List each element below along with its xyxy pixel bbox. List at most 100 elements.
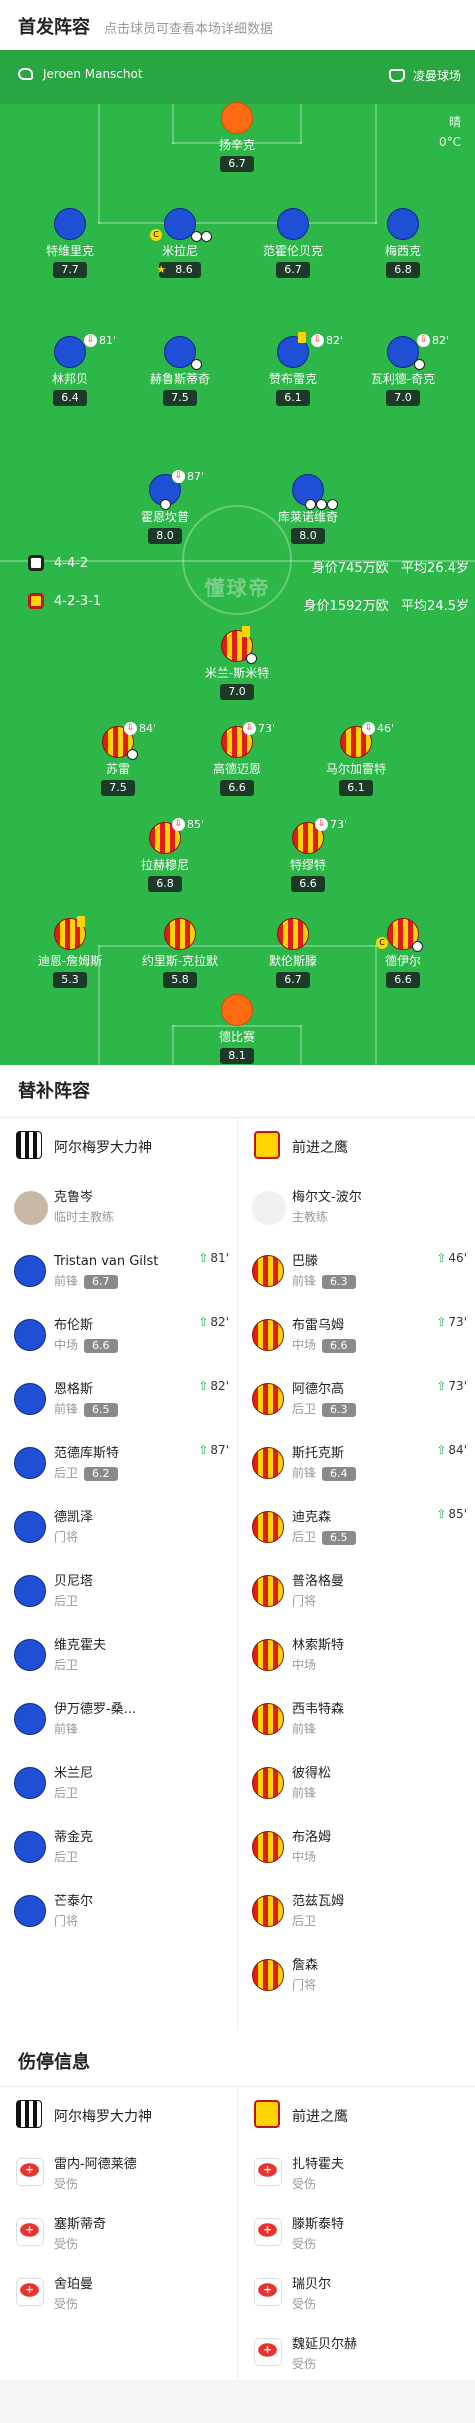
- sub-player[interactable]: 米兰尼 后卫: [0, 1751, 237, 1815]
- home-player[interactable]: 特维里克 7.7: [20, 208, 120, 278]
- home-player[interactable]: C 米拉尼 ★ 8.6: [130, 208, 230, 278]
- player-kit-icon: [14, 1511, 46, 1543]
- injured-player[interactable]: 滕斯泰特受伤: [238, 2202, 475, 2266]
- sub-player[interactable]: 范兹瓦姆 后卫: [238, 1879, 475, 1943]
- home-team-value: 身价745万欧 平均26.4岁: [311, 561, 469, 576]
- sub-player[interactable]: 德凯泽 门将: [0, 1495, 237, 1559]
- away-player[interactable]: 默伦斯滕 6.7: [243, 918, 343, 988]
- injured-player[interactable]: 塞斯蒂奇受伤: [0, 2202, 237, 2266]
- home-team-header[interactable]: 阿尔梅罗大力神: [0, 2086, 237, 2142]
- sub-player[interactable]: 蒂金克 后卫: [0, 1815, 237, 1879]
- sub-player[interactable]: 布伦斯 中场 6.6 ⇧ 82': [0, 1303, 237, 1367]
- player-kit-icon: [292, 474, 338, 510]
- sub-player[interactable]: 芒泰尔 门将: [0, 1879, 237, 1943]
- sub-on-time: ⇧ 73': [436, 1379, 467, 1393]
- sub-player[interactable]: 范德库斯特 后卫 6.2 ⇧ 87': [0, 1431, 237, 1495]
- sub-on-time: ⇧ 84': [436, 1443, 467, 1457]
- sub-player[interactable]: 彼得松 前锋: [238, 1751, 475, 1815]
- player-kit-icon: [14, 1255, 46, 1287]
- top-box-right: [375, 104, 377, 224]
- sub-player[interactable]: Tristan van Gilst 前锋 6.7 ⇧ 81': [0, 1239, 237, 1303]
- sub-player[interactable]: 迪克森 后卫 6.5 ⇧ 85': [238, 1495, 475, 1559]
- sub-player[interactable]: 林索斯特 中场: [238, 1623, 475, 1687]
- away-player[interactable]: 迪恩-詹姆斯 5.3: [20, 916, 120, 988]
- away-player[interactable]: 高德迈恩 6.6: [187, 726, 287, 796]
- injured-player[interactable]: 扎特霍夫受伤: [238, 2142, 475, 2206]
- player-kit-icon: [252, 1639, 284, 1671]
- top-goal-box-right: [300, 104, 302, 144]
- home-player[interactable]: 霍恩坎普 8.0: [115, 474, 215, 544]
- substitutes-title: 替补阵容: [18, 1081, 90, 1102]
- sub-player[interactable]: 阿德尔高 后卫 6.3 ⇧ 73': [238, 1367, 475, 1431]
- injured-player[interactable]: 舍珀曼受伤: [0, 2262, 237, 2326]
- player-rating: 6.6: [322, 1338, 356, 1353]
- sub-player[interactable]: 布洛姆 中场: [238, 1815, 475, 1879]
- sub-player[interactable]: 巴滕 前锋 6.3 ⇧ 46': [238, 1239, 475, 1303]
- home-player[interactable]: 范霍伦贝克 6.7: [243, 208, 343, 278]
- home-player[interactable]: 库莱诺维奇 8.0: [258, 474, 358, 544]
- goal-ball-icon: [191, 359, 202, 370]
- away-player[interactable]: 米兰-斯米特 7.0: [187, 626, 287, 700]
- away-team-header[interactable]: 前进之鹰: [238, 1117, 475, 1173]
- player-kit-icon: [54, 208, 86, 240]
- player-name: Tristan van Gilst: [54, 1254, 159, 1269]
- player-kit-icon: [14, 1447, 46, 1479]
- sub-off-icon: ⇩: [362, 722, 375, 735]
- away-team-header[interactable]: 前进之鹰: [238, 2086, 475, 2142]
- away-player[interactable]: 特缪特 6.6: [258, 822, 358, 892]
- player-name: 西韦特森: [292, 1702, 345, 1717]
- player-name: 詹森: [292, 1958, 319, 1973]
- injury-status: 受伤: [292, 2237, 317, 2251]
- away-player[interactable]: 约里斯-克拉默 5.8: [130, 918, 230, 988]
- home-player[interactable]: 赫鲁斯蒂奇 7.5: [130, 336, 230, 406]
- player-position: 门将: [292, 1978, 317, 1992]
- home-team-header[interactable]: 阿尔梅罗大力神: [0, 1117, 237, 1173]
- injured-player[interactable]: 魏延贝尔赫受伤: [238, 2322, 475, 2386]
- home-player[interactable]: 扬辛克 6.7: [187, 102, 287, 172]
- away-team-logo: [28, 593, 44, 609]
- injured-player[interactable]: 瑞贝尔受伤: [238, 2262, 475, 2326]
- player-position: 后卫: [292, 1402, 317, 1416]
- sub-player[interactable]: 西韦特森 前锋: [238, 1687, 475, 1751]
- player-position: 门将: [292, 1594, 317, 1608]
- sub-player[interactable]: 恩格斯 前锋 6.5 ⇧ 82': [0, 1367, 237, 1431]
- player-position: 中场: [292, 1658, 317, 1672]
- away-coach[interactable]: 梅尔文-波尔 主教练: [238, 1175, 475, 1239]
- sub-player[interactable]: 詹森 门将: [238, 1943, 475, 2007]
- sub-on-arrow-icon: ⇧: [198, 1251, 209, 1265]
- referee-name: Jeroen Manschot: [43, 67, 143, 81]
- player-kit-icon: [14, 1383, 46, 1415]
- sub-off-badge: ⇩ 73': [243, 722, 275, 735]
- home-coach[interactable]: 克鲁岑 临时主教练: [0, 1175, 237, 1239]
- away-player[interactable]: 苏雷 7.5: [68, 726, 168, 796]
- sub-player[interactable]: 维克霍夫 后卫: [0, 1623, 237, 1687]
- injury-kit-icon: [16, 2218, 44, 2246]
- player-name: 恩格斯: [54, 1382, 94, 1397]
- away-player[interactable]: 德比赛 8.1: [187, 994, 287, 1064]
- sub-player[interactable]: 布雷乌姆 中场 6.6 ⇧ 73': [238, 1303, 475, 1367]
- captain-icon: C: [150, 229, 162, 241]
- goal-ball-icon: [201, 231, 212, 242]
- player-kit-icon: [14, 1895, 46, 1927]
- away-player[interactable]: 马尔加雷特 6.1: [306, 726, 406, 796]
- player-name: 巴滕: [292, 1254, 319, 1269]
- injury-status: 受伤: [292, 2357, 317, 2371]
- whistle-icon: [18, 68, 33, 80]
- sub-off-badge: ⇩ 85': [172, 818, 204, 831]
- sub-on-arrow-icon: ⇧: [198, 1443, 209, 1457]
- injury-kit-icon: [254, 2218, 282, 2246]
- sub-player[interactable]: 普洛格曼 门将: [238, 1559, 475, 1623]
- home-player[interactable]: 梅西克 6.8: [353, 208, 453, 278]
- sub-player[interactable]: 贝尼塔 后卫: [0, 1559, 237, 1623]
- injured-player[interactable]: 雷内-阿德莱德受伤: [0, 2142, 237, 2206]
- goal-ball-icon: [160, 499, 171, 510]
- sub-on-time: ⇧ 73': [436, 1315, 467, 1329]
- player-position: 中场: [292, 1338, 317, 1352]
- player-kit-icon: [277, 332, 309, 368]
- away-player[interactable]: 拉赫穆尼 6.8: [115, 822, 215, 892]
- away-player[interactable]: C 德伊尔 6.6: [353, 918, 453, 988]
- player-kit-icon: [164, 918, 196, 950]
- player-kit-icon: [252, 1447, 284, 1479]
- sub-player[interactable]: 斯托克斯 前锋 6.4 ⇧ 84': [238, 1431, 475, 1495]
- sub-player[interactable]: 伊万德罗-桑... 前锋: [0, 1687, 237, 1751]
